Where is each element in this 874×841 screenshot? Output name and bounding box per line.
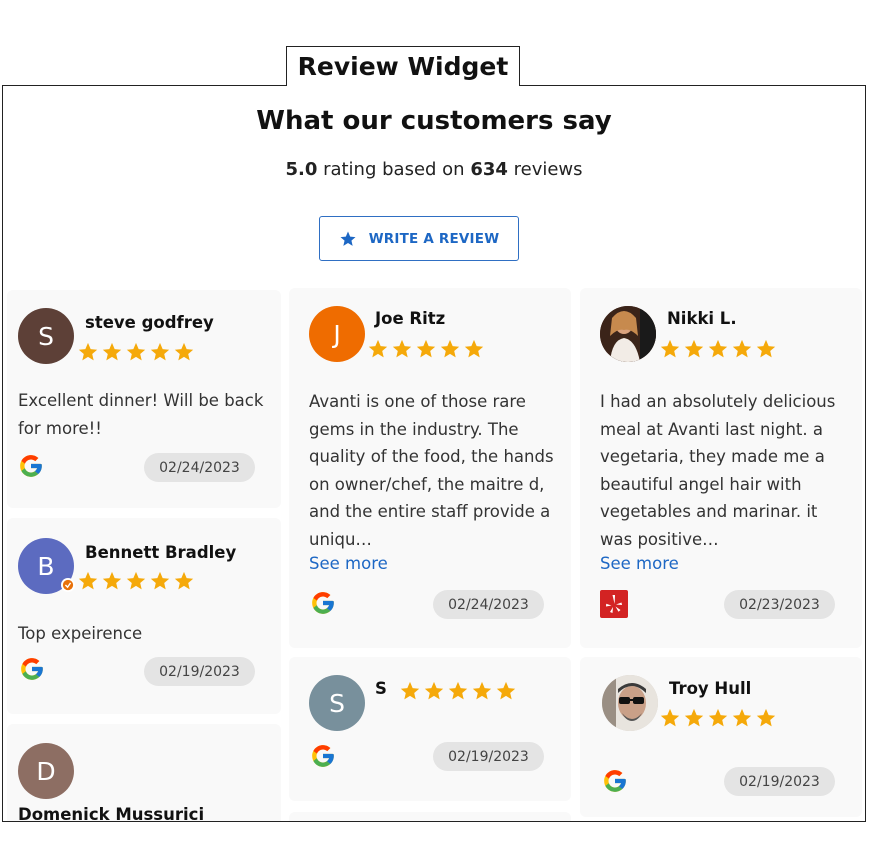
avatar-photo bbox=[600, 306, 656, 362]
review-date: 02/23/2023 bbox=[724, 590, 835, 619]
review-card: D Domenick Mussurici bbox=[7, 724, 281, 822]
star-icon bbox=[126, 571, 146, 590]
google-icon bbox=[20, 455, 42, 477]
star-rating bbox=[659, 707, 777, 729]
avatar: J bbox=[309, 306, 365, 362]
google-icon bbox=[21, 658, 43, 680]
see-more-link[interactable]: See more bbox=[309, 554, 388, 573]
star-icon bbox=[416, 339, 436, 358]
star-icon bbox=[126, 342, 146, 361]
reviewer-name: Troy Hull bbox=[669, 679, 752, 698]
rating-value: 5.0 bbox=[285, 159, 318, 180]
google-icon bbox=[604, 770, 626, 792]
avatar bbox=[600, 306, 656, 362]
star-icon bbox=[660, 339, 680, 358]
review-card: S S 02/19/2023 bbox=[289, 657, 571, 801]
star-icon bbox=[78, 342, 98, 361]
star-rating bbox=[77, 570, 195, 592]
star-icon bbox=[174, 342, 194, 361]
reviewer-name: steve godfrey bbox=[85, 313, 214, 332]
reviewer-name: S bbox=[375, 679, 387, 698]
star-rating bbox=[77, 341, 195, 363]
star-icon bbox=[684, 339, 704, 358]
star-icon bbox=[368, 339, 388, 358]
star-icon bbox=[448, 681, 468, 700]
rating-suffix-text: reviews bbox=[507, 159, 583, 180]
reviewer-name: Nikki L. bbox=[667, 309, 737, 328]
avatar bbox=[602, 675, 658, 731]
google-badge-icon bbox=[61, 578, 75, 592]
star-icon bbox=[424, 681, 444, 700]
star-icon bbox=[174, 571, 194, 590]
star-icon bbox=[440, 339, 460, 358]
write-review-label: WRITE A REVIEW bbox=[368, 230, 500, 247]
review-date: 02/19/2023 bbox=[144, 657, 255, 686]
star-icon bbox=[496, 681, 516, 700]
star-icon bbox=[102, 342, 122, 361]
widget-heading: What our customers say bbox=[256, 106, 612, 136]
review-text: Excellent dinner! Will be back for more!… bbox=[18, 391, 264, 438]
review-count: 634 bbox=[470, 159, 508, 180]
rating-mid-text: rating based on bbox=[317, 159, 471, 180]
review-text: I had an absolutely delicious meal at Av… bbox=[600, 392, 836, 549]
star-rating bbox=[659, 338, 777, 360]
review-date: 02/24/2023 bbox=[144, 453, 255, 482]
google-icon bbox=[312, 745, 334, 767]
star-icon bbox=[400, 681, 420, 700]
review-card bbox=[289, 812, 571, 821]
star-icon bbox=[732, 339, 752, 358]
star-icon bbox=[392, 339, 412, 358]
reviewer-name: Bennett Bradley bbox=[85, 543, 237, 562]
yelp-icon bbox=[600, 590, 628, 618]
star-icon bbox=[708, 708, 728, 727]
star-icon bbox=[708, 339, 728, 358]
star-icon bbox=[660, 708, 680, 727]
avatar-photo bbox=[602, 675, 658, 731]
reviewer-name: Joe Ritz bbox=[375, 309, 446, 328]
avatar: S bbox=[18, 308, 74, 364]
avatar: D bbox=[18, 743, 74, 799]
review-widget: What our customers say 5.0 rating based … bbox=[2, 85, 866, 822]
review-card: J Joe Ritz Avanti is one of those rare g… bbox=[289, 288, 571, 648]
star-icon bbox=[472, 681, 492, 700]
star-icon bbox=[756, 339, 776, 358]
review-card: B Bennett Bradley Top expeirence 02/19/2… bbox=[7, 518, 281, 714]
write-review-button[interactable]: WRITE A REVIEW bbox=[319, 216, 519, 261]
review-card: Troy Hull 02/19/2023 bbox=[580, 657, 862, 817]
star-icon bbox=[756, 708, 776, 727]
google-icon bbox=[312, 592, 334, 614]
avatar: S bbox=[309, 675, 365, 731]
review-card: Nikki L. I had an absolutely delicious m… bbox=[580, 288, 862, 648]
review-card: S steve godfrey Excellent dinner! Will b… bbox=[7, 290, 281, 508]
star-icon bbox=[102, 571, 122, 590]
star-rating bbox=[399, 680, 517, 702]
rating-summary: 5.0 rating based on 634 reviews bbox=[3, 159, 865, 180]
see-more-link[interactable]: See more bbox=[600, 554, 679, 573]
star-icon bbox=[150, 342, 170, 361]
review-text: Top expeirence bbox=[18, 624, 143, 643]
review-text: Avanti is one of those rare gems in the … bbox=[309, 392, 554, 549]
review-date: 02/19/2023 bbox=[724, 767, 835, 796]
reviewer-name: Domenick Mussurici bbox=[18, 805, 205, 822]
star-icon bbox=[464, 339, 484, 358]
star-icon bbox=[732, 708, 752, 727]
review-date: 02/24/2023 bbox=[433, 590, 544, 619]
star-icon bbox=[684, 708, 704, 727]
star-icon bbox=[78, 571, 98, 590]
widget-title-tab: Review Widget bbox=[286, 46, 520, 86]
star-rating bbox=[367, 338, 485, 360]
review-date: 02/19/2023 bbox=[433, 742, 544, 771]
star-icon bbox=[150, 571, 170, 590]
star-icon bbox=[340, 231, 356, 246]
